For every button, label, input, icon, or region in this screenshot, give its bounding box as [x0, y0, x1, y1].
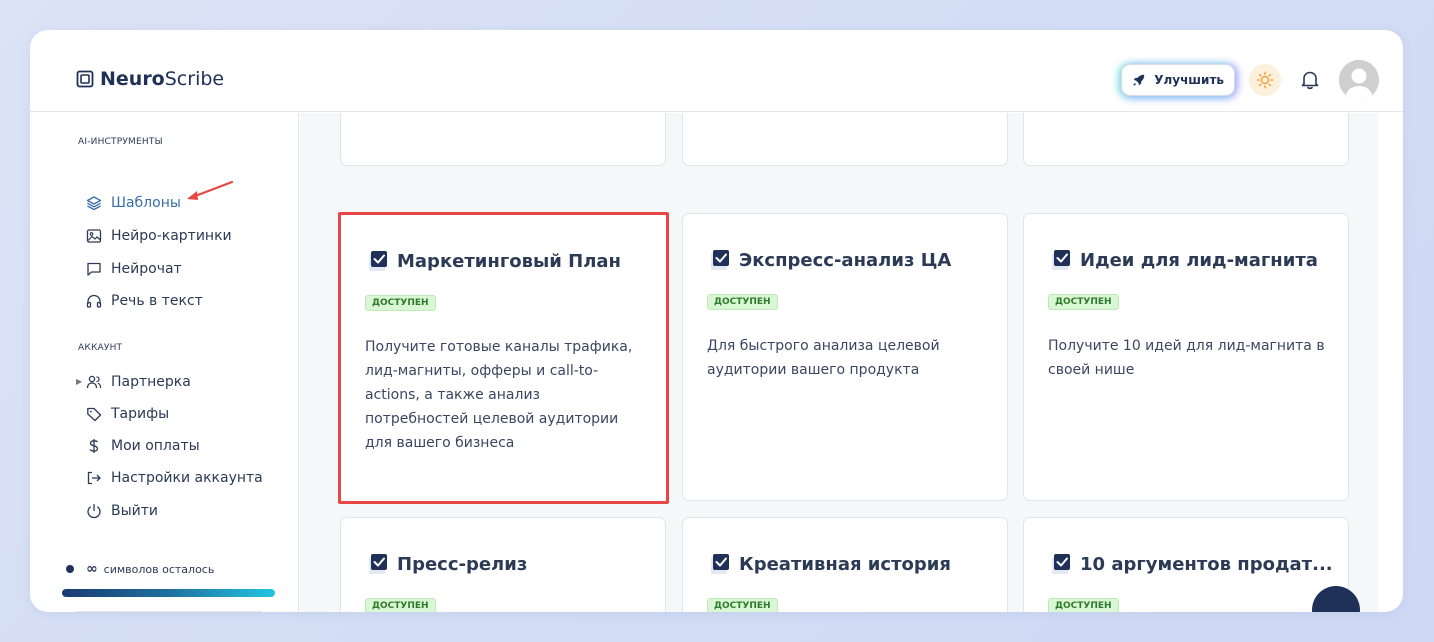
sidebar-item-label: Речь в текст: [111, 293, 203, 309]
checkbox-icon: [369, 251, 387, 271]
avatar[interactable]: [1339, 60, 1379, 100]
card-header: 10 аргументов продат...: [1050, 552, 1333, 576]
card-title: Пресс-релиз: [397, 553, 528, 575]
card-title: Идеи для лид-магнита: [1080, 249, 1318, 271]
usage-dot: [66, 565, 74, 573]
app-window: NeuroScribe Улучшить AI-ИНСТРУМЕНТЫ Шабл…: [30, 30, 1403, 612]
card-title: Экспресс-анализ ЦА: [739, 249, 952, 271]
checkbox-icon: [711, 554, 729, 574]
checkbox-icon: [711, 250, 729, 270]
tag-icon: [87, 407, 102, 422]
card-header: Креативная история: [709, 552, 951, 576]
status-badge: ДОСТУПЕН: [707, 294, 778, 310]
template-card-press-release[interactable]: Пресс-релиз ДОСТУПЕН: [340, 517, 666, 612]
sidebar: AI-ИНСТРУМЕНТЫ Шаблоны Нейро-картинки Не…: [30, 113, 299, 612]
sun-icon: [1256, 71, 1274, 89]
usage-label: символов осталось: [103, 562, 215, 576]
card-description: Получите 10 идей для лид-магнита в своей…: [1048, 338, 1325, 378]
checkbox-icon: [1052, 250, 1070, 270]
sidebar-item-templates[interactable]: Шаблоны: [86, 193, 181, 213]
top-header: NeuroScribe Улучшить: [30, 30, 1403, 112]
logout-arrow-icon: [87, 471, 101, 485]
card-header: Пресс-релиз: [367, 552, 527, 576]
card-header: Экспресс-анализ ЦА: [709, 248, 951, 272]
status-badge: ДОСТУПЕН: [365, 598, 436, 612]
sidebar-item-label: Шаблоны: [111, 195, 181, 211]
sidebar-item-neuro-images[interactable]: Нейро-картинки: [86, 226, 232, 246]
logo-icon: [76, 70, 94, 88]
annotation-arrow-icon: [187, 180, 234, 200]
sidebar-item-my-payments[interactable]: Мои оплаты: [86, 436, 200, 456]
templates-grid: Маркетинговый План ДОСТУПЕН Получите гот…: [300, 113, 1378, 612]
power-icon: [87, 503, 101, 519]
users-icon: [86, 375, 102, 389]
divider: [76, 611, 262, 612]
headphones-icon: [86, 294, 102, 308]
infinity-symbol: ∞: [86, 561, 98, 577]
expand-caret-icon[interactable]: ▶: [76, 377, 82, 386]
template-card-sales-arguments[interactable]: 10 аргументов продат... ДОСТУПЕН: [1023, 517, 1349, 612]
usage-progress-bar: [62, 589, 275, 597]
template-card-lead-magnet[interactable]: Идеи для лид-магнита ДОСТУПЕН Получите 1…: [1023, 213, 1349, 501]
tools-section-title: AI-ИНСТРУМЕНТЫ: [78, 137, 163, 147]
card-title: 10 аргументов продат...: [1080, 553, 1333, 575]
logo[interactable]: NeuroScribe: [76, 68, 224, 90]
card-title: Креативная история: [739, 553, 951, 575]
card-header: Идеи для лид-магнита: [1050, 248, 1318, 272]
template-card-partial[interactable]: [682, 113, 1008, 166]
sidebar-item-account-settings[interactable]: Настройки аккаунта: [86, 468, 263, 488]
sidebar-item-label: Нейро-картинки: [111, 228, 232, 244]
account-section-title: АККАУНТ: [78, 343, 123, 353]
notifications-button[interactable]: [1299, 69, 1321, 91]
sidebar-item-logout[interactable]: Выйти: [86, 501, 158, 521]
theme-toggle-button[interactable]: [1249, 64, 1281, 96]
sidebar-item-label: Тарифы: [111, 406, 170, 422]
sidebar-item-label: Партнерка: [111, 374, 191, 390]
upgrade-label: Улучшить: [1154, 73, 1224, 87]
logo-bold-text: Neuro: [100, 68, 165, 90]
sidebar-item-speech-to-text[interactable]: Речь в текст: [86, 291, 203, 311]
symbols-remaining: ∞ символов осталось: [66, 561, 214, 577]
template-card-partial[interactable]: [1023, 113, 1349, 166]
status-badge: ДОСТУПЕН: [1048, 294, 1119, 310]
user-avatar-icon: [1339, 60, 1379, 100]
template-card-express-ca[interactable]: Экспресс-анализ ЦА ДОСТУПЕН Для быстрого…: [682, 213, 1008, 501]
sidebar-item-partner[interactable]: Партнерка: [86, 372, 191, 392]
dollar-icon: [89, 439, 99, 453]
usage-progress-fill: [62, 589, 275, 597]
bell-icon: [1301, 71, 1319, 90]
checkbox-icon: [1052, 554, 1070, 574]
sidebar-item-tariffs[interactable]: Тарифы: [86, 404, 169, 424]
layers-icon: [86, 196, 102, 211]
sidebar-item-label: Мои оплаты: [111, 438, 200, 454]
header-actions: Улучшить: [1121, 60, 1379, 100]
card-header: Маркетинговый План: [367, 249, 621, 273]
image-icon: [86, 229, 102, 243]
template-card-partial[interactable]: [340, 113, 666, 166]
sidebar-item-label: Выйти: [111, 503, 159, 519]
status-badge: ДОСТУПЕН: [365, 295, 436, 311]
template-card-marketing-plan[interactable]: Маркетинговый План ДОСТУПЕН Получите гот…: [338, 212, 669, 504]
sidebar-item-label: Нейрочат: [111, 261, 182, 277]
card-description: Для быстрого анализа целевой аудитории в…: [707, 338, 940, 378]
status-badge: ДОСТУПЕН: [707, 598, 778, 612]
chat-icon: [87, 262, 101, 276]
status-badge: ДОСТУПЕН: [1048, 598, 1119, 612]
template-card-creative-story[interactable]: Креативная история ДОСТУПЕН: [682, 517, 1008, 612]
card-description: Получите готовые каналы трафика, лид-маг…: [365, 339, 633, 451]
logo-regular-text: Scribe: [164, 68, 225, 90]
checkbox-icon: [369, 554, 387, 574]
sidebar-item-label: Настройки аккаунта: [111, 470, 263, 486]
upgrade-button[interactable]: Улучшить: [1121, 64, 1235, 96]
rocket-icon: [1133, 74, 1145, 86]
sidebar-item-neurochat[interactable]: Нейрочат: [86, 259, 182, 279]
card-title: Маркетинговый План: [397, 250, 621, 272]
